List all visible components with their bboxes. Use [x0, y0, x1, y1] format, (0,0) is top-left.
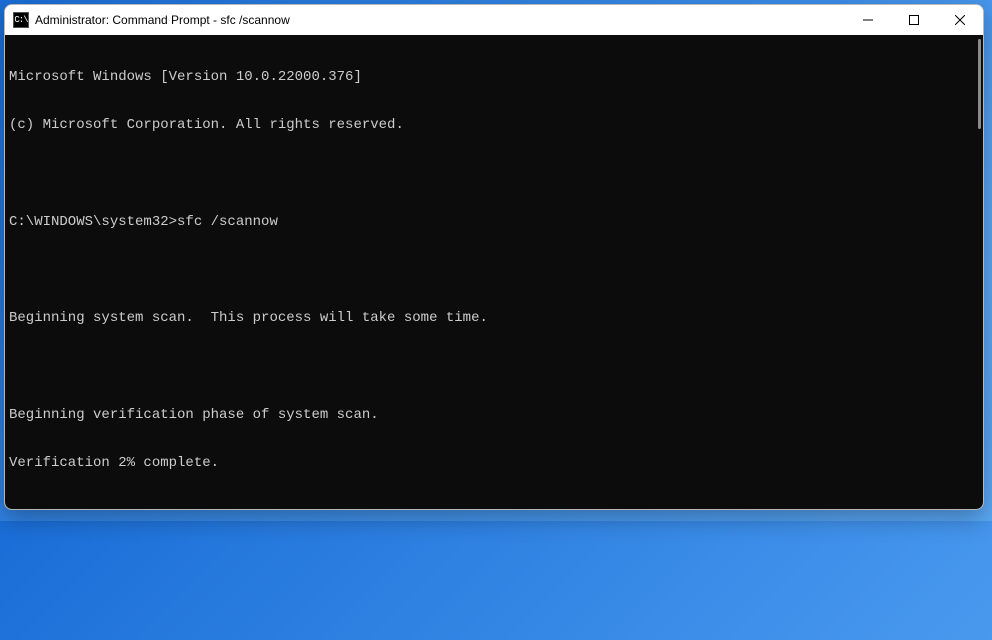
minimize-button[interactable] [845, 5, 891, 35]
titlebar[interactable]: C:\ Administrator: Command Prompt - sfc … [5, 5, 983, 35]
terminal-line: Beginning verification phase of system s… [9, 407, 979, 423]
terminal-line: (c) Microsoft Corporation. All rights re… [9, 117, 979, 133]
terminal-line [9, 262, 979, 278]
maximize-button[interactable] [891, 5, 937, 35]
scrollbar-thumb[interactable] [978, 39, 981, 129]
terminal-line: C:\WINDOWS\system32>sfc /scannow [9, 214, 979, 230]
command-prompt-window: C:\ Administrator: Command Prompt - sfc … [4, 4, 984, 510]
terminal-line: Verification 2% complete. [9, 455, 979, 471]
window-title: Administrator: Command Prompt - sfc /sca… [35, 13, 845, 27]
terminal-line [9, 359, 979, 375]
terminal-line: Beginning system scan. This process will… [9, 310, 979, 326]
terminal-line: Microsoft Windows [Version 10.0.22000.37… [9, 69, 979, 85]
terminal-output[interactable]: Microsoft Windows [Version 10.0.22000.37… [5, 35, 983, 509]
terminal-line [9, 166, 979, 182]
close-button[interactable] [937, 5, 983, 35]
cmd-icon: C:\ [13, 12, 29, 28]
window-controls [845, 5, 983, 35]
